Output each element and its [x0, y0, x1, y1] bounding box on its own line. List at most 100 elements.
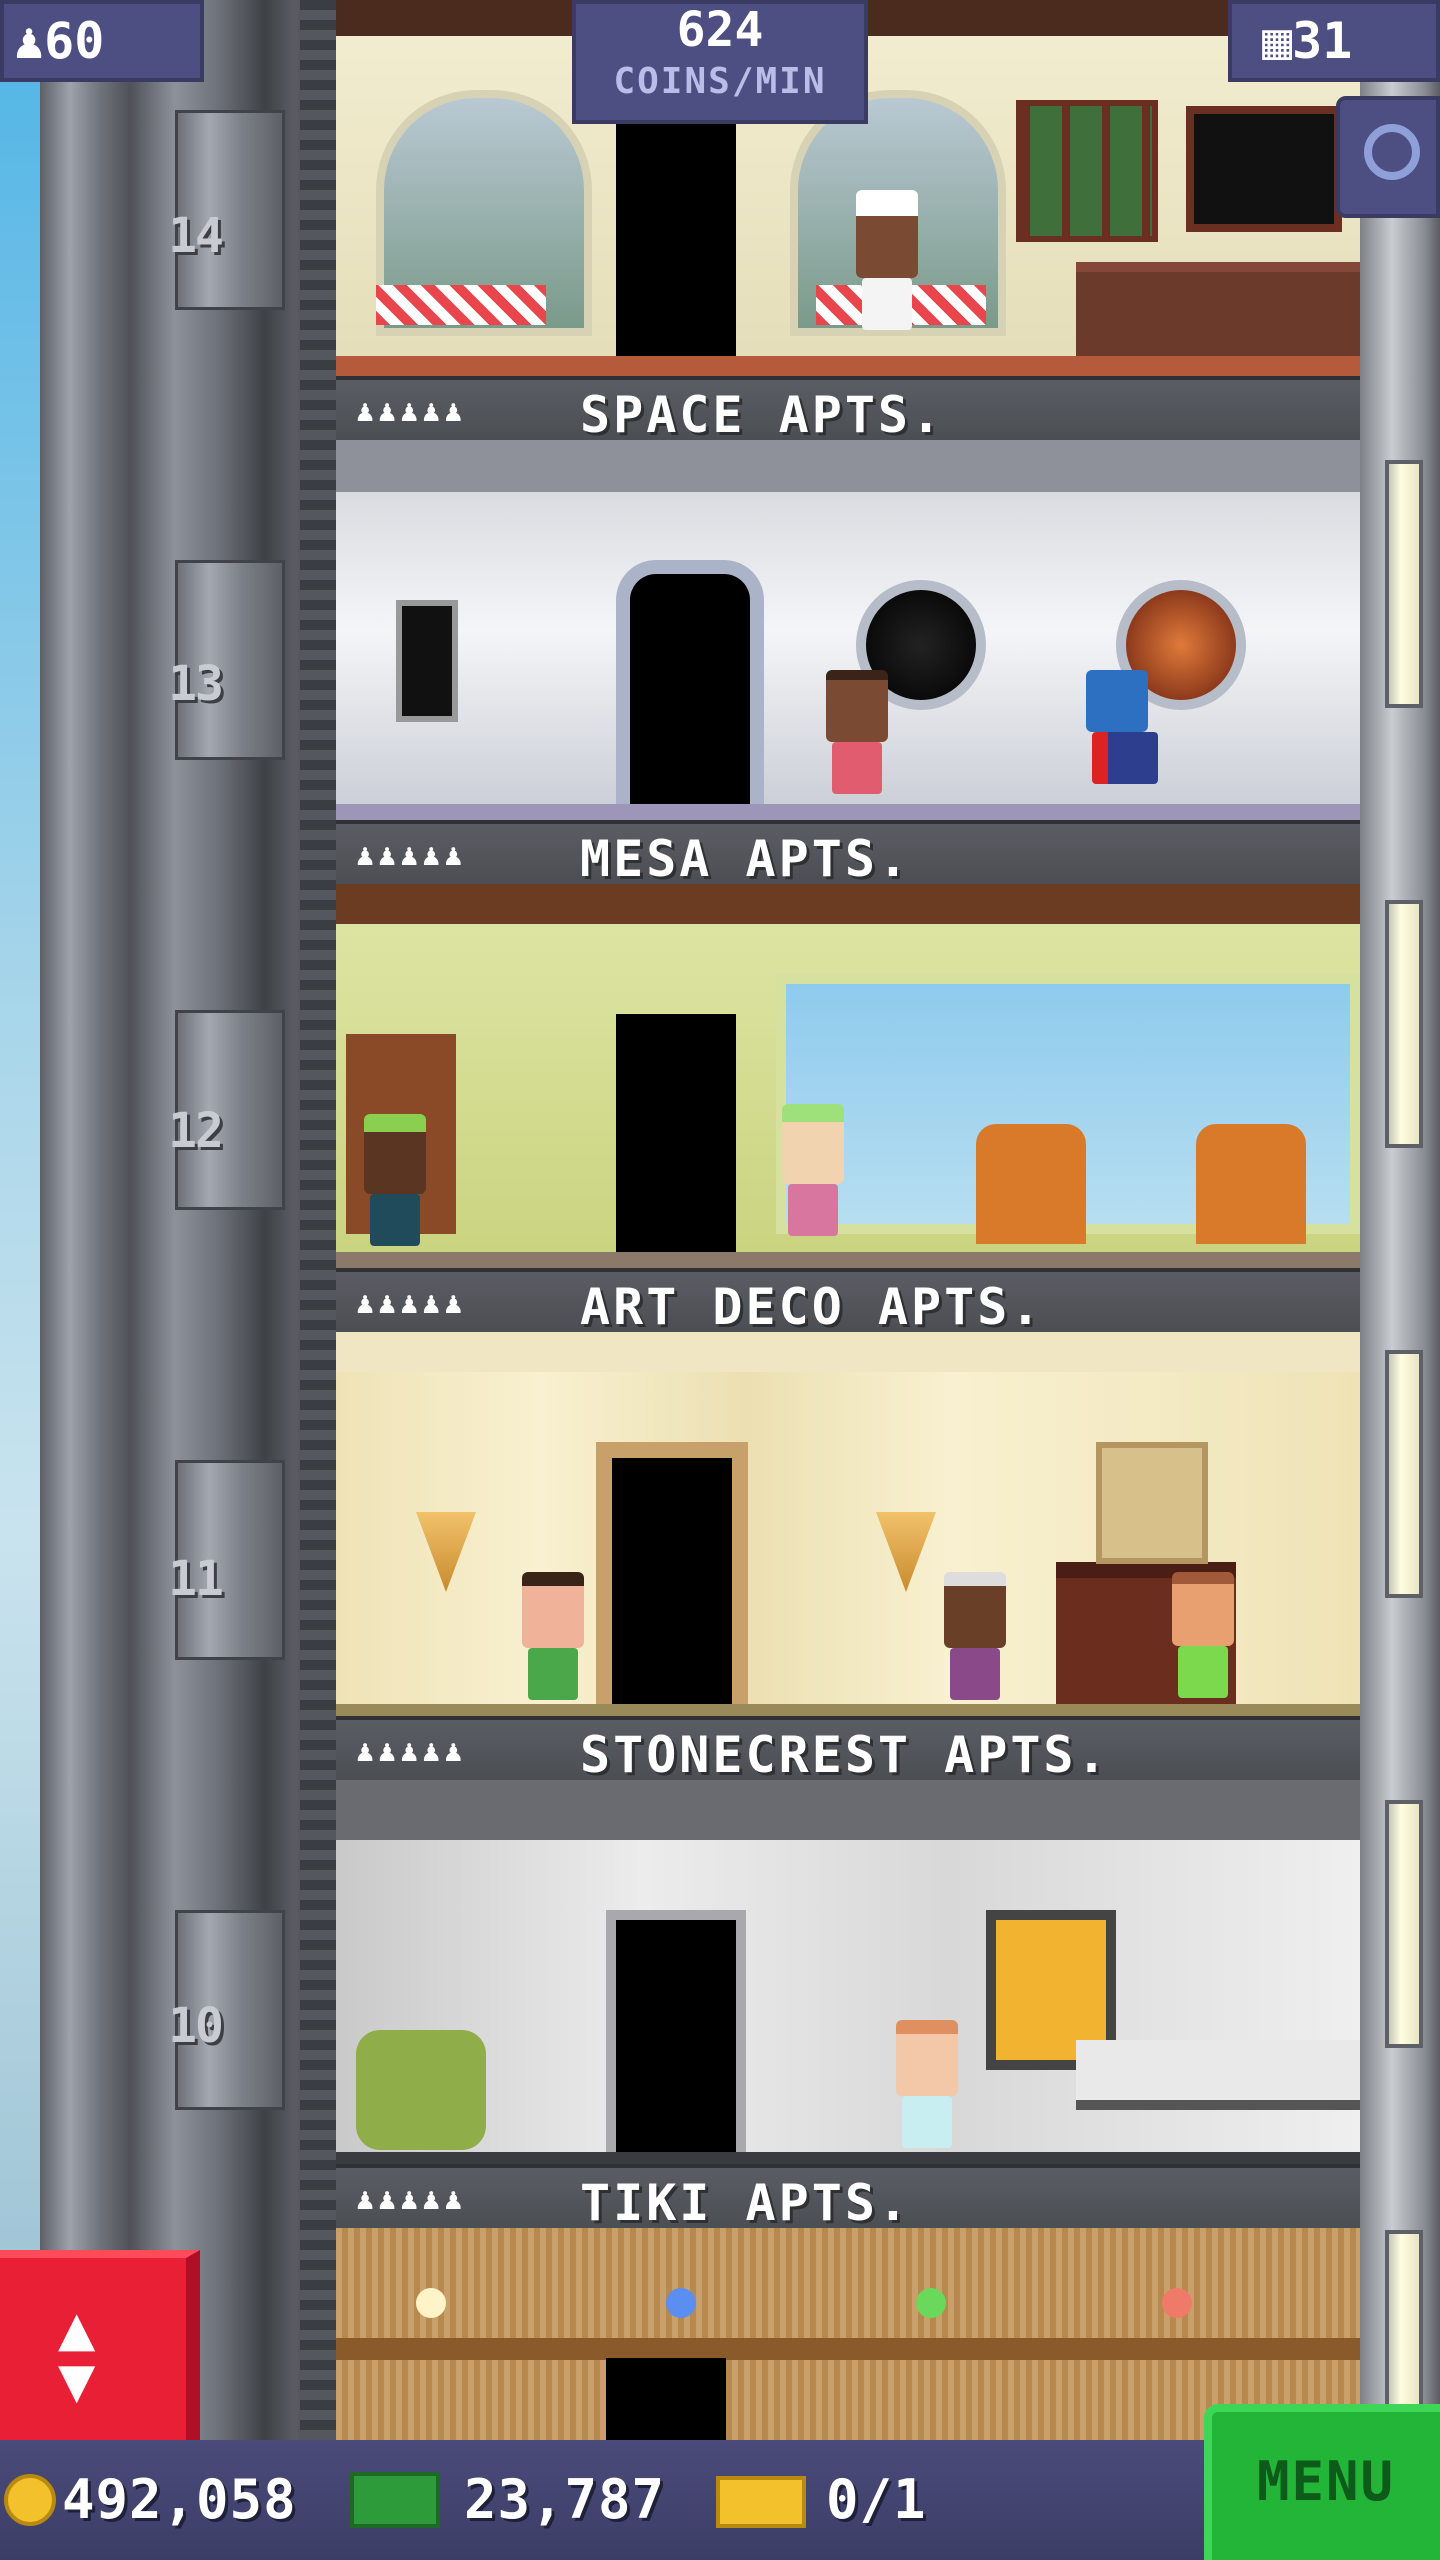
wooden-beam [336, 884, 1360, 924]
resident-slots: ♟♟♟♟♟ [356, 1286, 467, 1321]
resident-head [944, 1572, 1006, 1648]
resident-slots: ♟♟♟♟♟ [356, 2182, 467, 2217]
floor-12-label[interactable]: ♟♟♟♟♟ ART DECO APTS. [336, 1268, 1360, 1336]
bux-icon [350, 2472, 440, 2528]
menu-button[interactable]: MENU [1204, 2404, 1440, 2560]
resident-slots: ♟♟♟♟♟ [356, 1734, 467, 1769]
ceiling-duct [336, 440, 1360, 492]
tower-right-wall [1360, 0, 1440, 2440]
elevator-door [596, 1442, 748, 1716]
resident-head [782, 1104, 844, 1184]
resident-body [1178, 1646, 1228, 1698]
resident[interactable] [1172, 1572, 1234, 1698]
hanging-lamp [666, 2288, 696, 2318]
resident[interactable] [826, 670, 888, 794]
resident-body [1092, 732, 1158, 784]
elevator-button[interactable]: ▲ ▼ [0, 2250, 200, 2440]
bux-value: 23,787 [464, 2468, 666, 2531]
kitchen-counter [1076, 2040, 1360, 2110]
menu-chalkboard [1186, 106, 1342, 232]
floor-number-12: 12 [168, 1103, 224, 1159]
dining-table [376, 285, 546, 325]
tower-edge [300, 0, 336, 2440]
bamboo-rail [336, 2338, 1360, 2360]
resident-slots: ♟♟♟♟♟ [356, 838, 467, 873]
elevator-door [616, 560, 764, 820]
floor-11-room[interactable] [336, 1332, 1360, 1716]
floor-name: ART DECO APTS. [580, 1278, 1044, 1336]
floor-11-label[interactable]: ♟♟♟♟♟ STONECREST APTS. [336, 1716, 1360, 1784]
floor-10-room[interactable] [336, 1780, 1360, 2164]
elevator-door [616, 120, 736, 356]
flower-painting [1096, 1442, 1208, 1564]
ceiling [336, 1332, 1360, 1372]
tower-window [1385, 1800, 1423, 2048]
floor-trim [336, 1704, 1360, 1716]
floor-count-value: 31 [1292, 12, 1353, 70]
floor-trim [336, 356, 1360, 376]
search-button[interactable] [1336, 96, 1440, 218]
resident[interactable] [782, 1104, 844, 1236]
wall-sconce [876, 1512, 936, 1592]
chef-hat [856, 190, 918, 278]
resident[interactable] [364, 1114, 426, 1246]
resident-head [896, 2020, 958, 2096]
elevator-door [606, 2358, 726, 2440]
resident-body [902, 2096, 952, 2148]
coin-icon [4, 2474, 56, 2526]
floor-number-11: 11 [168, 1551, 224, 1607]
hanging-lamp [916, 2288, 946, 2318]
floor-12-room[interactable] [336, 884, 1360, 1268]
tower-window [1385, 1350, 1423, 1598]
resident-chef[interactable] [856, 190, 918, 330]
resident-body [950, 1648, 1000, 1700]
coins-rate-panel[interactable]: 624 COINS/MIN [572, 0, 868, 124]
resident[interactable] [896, 2020, 958, 2148]
floor-trim [336, 2152, 1360, 2164]
resident-body [528, 1648, 578, 1700]
floor-number-10: 10 [168, 1998, 224, 2054]
elevator-arrows-icon: ▲ ▼ [58, 2291, 96, 2416]
elevator-door [616, 1014, 736, 1252]
floor-name: MESA APTS. [580, 830, 912, 888]
floor-13-room[interactable] [336, 440, 1360, 820]
elevator-door [606, 1910, 746, 2162]
resident-body [370, 1194, 420, 1246]
resident-hero[interactable] [1086, 670, 1158, 784]
building-icon: ▦ [1262, 12, 1293, 70]
tower-window [1385, 460, 1423, 708]
floor-trim [336, 1252, 1360, 1268]
floor-14-label[interactable]: ♟♟♟♟♟ SPACE APTS. [336, 376, 1360, 444]
resident-head [826, 670, 888, 742]
control-panel [396, 600, 458, 722]
resident[interactable] [944, 1572, 1006, 1700]
resident-body [788, 1184, 838, 1236]
tower-window [1385, 900, 1423, 1148]
resident-body [862, 278, 912, 330]
armchair [1196, 1124, 1306, 1244]
floor-13-label[interactable]: ♟♟♟♟♟ MESA APTS. [336, 820, 1360, 888]
coins-rate-unit: COINS/MIN [613, 61, 827, 102]
ceiling [336, 1780, 1360, 1840]
resident-head [1086, 670, 1148, 732]
floor-trim [336, 804, 1360, 820]
floor-10-label[interactable]: ♟♟♟♟♟ TIKI APTS. [336, 2164, 1360, 2232]
resident-head [1172, 1572, 1234, 1646]
floor-name: SPACE APTS. [580, 386, 945, 444]
wall-sconce [416, 1512, 476, 1592]
wine-rack [1016, 100, 1158, 242]
floor-count[interactable]: ▦31 [1228, 0, 1440, 82]
resident-head [364, 1114, 426, 1194]
armchair [976, 1124, 1086, 1244]
population-counter[interactable]: ♟60 [0, 0, 204, 82]
floor-name: STONECREST APTS. [580, 1726, 1110, 1784]
elevator-shaft[interactable] [40, 0, 340, 2440]
floor-number-14: 14 [168, 208, 224, 264]
hanging-lamp [416, 2288, 446, 2318]
floor-name: TIKI APTS. [580, 2174, 912, 2232]
sky-background [0, 0, 40, 2560]
resident[interactable] [522, 1572, 584, 1700]
resident-body [832, 742, 882, 794]
person-icon: ♟ [14, 12, 45, 70]
coins-value: 492,058 [62, 2468, 297, 2531]
